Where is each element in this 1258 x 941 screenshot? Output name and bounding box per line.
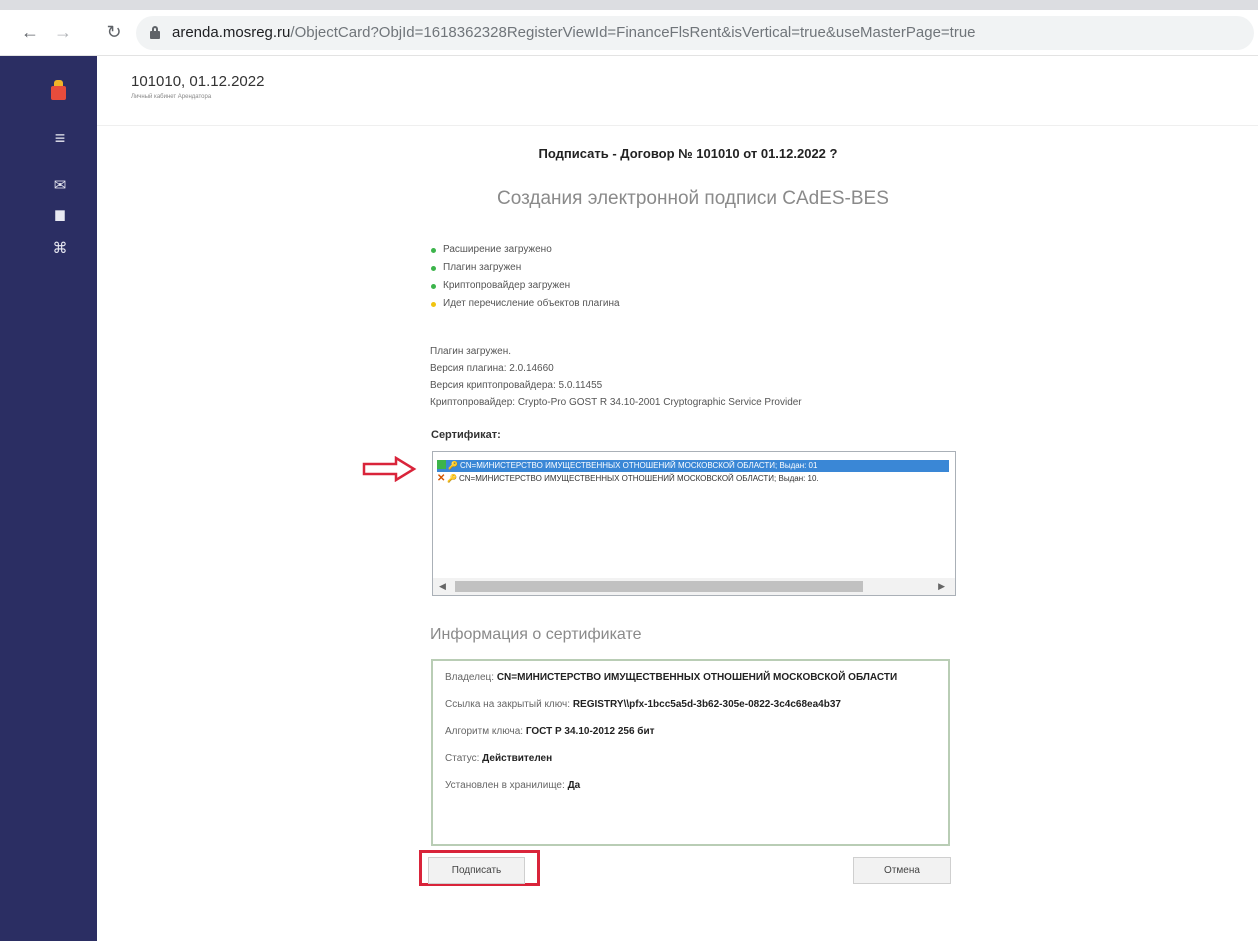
info-status: Статус: Действителен <box>445 753 553 764</box>
cancel-button[interactable]: Отмена <box>853 857 951 884</box>
menu-icon[interactable]: ≡ <box>50 128 70 148</box>
forward-arrow-icon[interactable]: → <box>53 22 73 42</box>
scroll-left-icon[interactable]: ◀ <box>439 581 446 592</box>
plugin-info: Плагин загружен. Версия плагина: 2.0.146… <box>430 343 802 411</box>
dialog-heading: Создания электронной подписи CAdES-BES <box>497 188 889 209</box>
status-ok-icon <box>431 284 436 289</box>
status-item: Идет перечисление объектов плагина <box>431 295 620 313</box>
info-algorithm: Алгоритм ключа: ГОСТ Р 34.10-2012 256 би… <box>445 726 655 737</box>
sidebar: ≡ ✉ ▆ ⌘ <box>0 56 97 941</box>
page-title: 101010, 01.12.2022 <box>131 73 265 90</box>
url-text: arenda.mosreg.ru/ObjectCard?ObjId=161836… <box>172 24 976 41</box>
status-item: Плагин загружен <box>431 259 620 277</box>
network-icon[interactable]: ⌘ <box>50 239 70 259</box>
status-ok-icon <box>431 248 436 253</box>
valid-cert-icon <box>437 460 446 469</box>
certificate-list[interactable]: 🔑 CN=МИНИСТЕРСТВО ИМУЩЕСТВЕННЫХ ОТНОШЕНИЙ… <box>432 451 956 596</box>
back-arrow-icon[interactable]: ← <box>20 22 40 42</box>
reload-icon[interactable]: ↻ <box>104 22 124 42</box>
status-pending-icon <box>431 302 436 307</box>
scrollbar-thumb[interactable] <box>455 581 863 592</box>
url-path: /ObjectCard?ObjId=1618362328RegisterView… <box>290 24 976 41</box>
dialog-question: Подписать - Договор № 101010 от 01.12.20… <box>0 146 1258 161</box>
invalid-cert-icon: ✕ <box>437 473 446 484</box>
status-list: Расширение загружено Плагин загружен Кри… <box>431 241 620 313</box>
sign-button[interactable]: Подписать <box>428 857 525 884</box>
status-ok-icon <box>431 266 436 271</box>
url-host: arenda.mosreg.ru <box>172 24 291 41</box>
scroll-right-icon[interactable]: ▶ <box>938 581 945 592</box>
plugin-info-line: Версия плагина: 2.0.14660 <box>430 363 554 374</box>
key-icon: 🔑 <box>448 461 458 470</box>
window-top-strip <box>0 0 1258 10</box>
address-bar[interactable]: arenda.mosreg.ru/ObjectCard?ObjId=161836… <box>136 16 1254 50</box>
document-icon[interactable]: ▆ <box>50 204 70 224</box>
certificate-option[interactable]: ✕ 🔑 CN=МИНИСТЕРСТВО ИМУЩЕСТВЕННЫХ ОТНОШЕНИ… <box>437 473 949 485</box>
certificate-label: Сертификат: <box>431 429 501 441</box>
info-owner: Владелец: CN=МИНИСТЕРСТВО ИМУЩЕСТВЕННЫХ … <box>445 672 898 683</box>
page-subtitle: Личный кабинет Арендатора <box>131 94 212 100</box>
annotation-arrow-icon <box>362 456 417 482</box>
key-icon: 🔑 <box>447 474 457 483</box>
mail-icon[interactable]: ✉ <box>50 176 70 196</box>
plugin-info-line: Версия криптопровайдера: 5.0.11455 <box>430 380 603 391</box>
status-item: Расширение загружено <box>431 241 620 259</box>
horizontal-scrollbar[interactable]: ◀ ▶ <box>433 578 955 595</box>
logo-icon[interactable] <box>51 80 66 100</box>
plugin-info-line: Криптопровайдер: Crypto-Pro GOST R 34.10… <box>430 397 802 408</box>
dialog-question-text: Подписать - Договор № 101010 от 01.12.20… <box>538 146 838 161</box>
status-item: Криптопровайдер загружен <box>431 277 620 295</box>
certificate-info-box: Владелец: CN=МИНИСТЕРСТВО ИМУЩЕСТВЕННЫХ … <box>431 659 950 846</box>
divider <box>97 125 1258 126</box>
plugin-info-line: Плагин загружен. <box>430 346 512 357</box>
info-key-link: Ссылка на закрытый ключ: REGISTRY\\pfx-1… <box>445 699 841 710</box>
browser-toolbar: ← → ↻ arenda.mosreg.ru/ObjectCard?ObjId=… <box>0 10 1258 56</box>
certificate-option-selected[interactable]: 🔑 CN=МИНИСТЕРСТВО ИМУЩЕСТВЕННЫХ ОТНОШЕНИЙ… <box>437 460 949 472</box>
lock-icon <box>150 26 160 39</box>
certificate-info-heading: Информация о сертификате <box>430 626 642 643</box>
info-installed: Установлен в хранилище: Да <box>445 780 581 791</box>
